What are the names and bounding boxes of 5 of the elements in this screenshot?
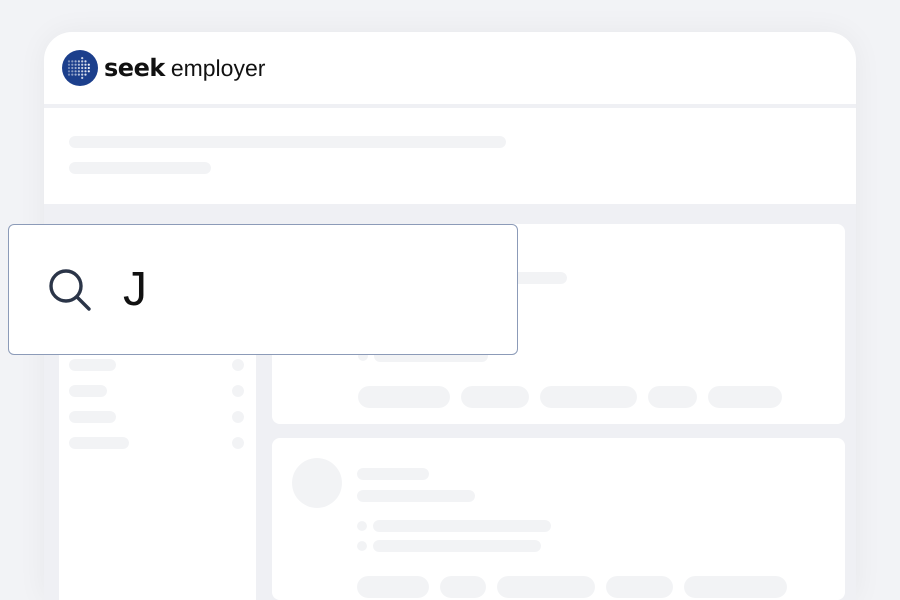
search-icon <box>48 268 92 312</box>
logo-suffix: employer <box>170 54 266 82</box>
logo-wordmark: seek <box>104 54 165 82</box>
search-field[interactable]: J <box>8 224 518 355</box>
logo-icon <box>62 50 98 86</box>
